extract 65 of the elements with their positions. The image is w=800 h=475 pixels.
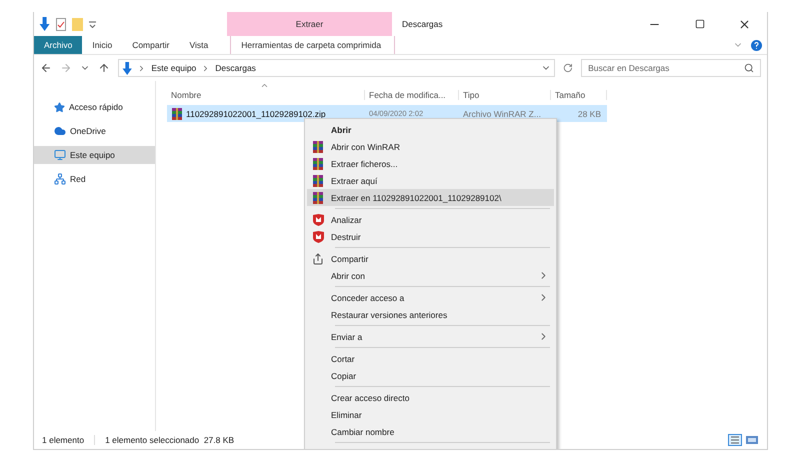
- menu-item[interactable]: Cambiar nombre: [307, 423, 554, 440]
- menu-item[interactable]: Enviar a: [307, 328, 554, 345]
- menu-item[interactable]: Analizar: [307, 211, 554, 228]
- help-icon[interactable]: [751, 40, 762, 50]
- computer-icon: [54, 149, 66, 161]
- sidebar-item[interactable]: Red: [34, 170, 155, 188]
- column-header[interactable]: Fecha de modifica...: [365, 90, 459, 100]
- customize-dropdown-icon: [89, 20, 96, 28]
- column-header[interactable]: Tipo: [459, 90, 551, 100]
- menu-item[interactable]: Compartir: [307, 250, 554, 267]
- share-icon: [312, 252, 324, 264]
- menu-item[interactable]: Copiar: [307, 367, 554, 384]
- menu-item[interactable]: Abrir: [307, 121, 554, 138]
- sidebar-item[interactable]: Este equipo: [34, 146, 155, 164]
- star-icon: [54, 102, 65, 112]
- download-arrow-icon: [122, 62, 132, 74]
- menu-item[interactable]: Cortar: [307, 350, 554, 367]
- selection-info: 1 elemento seleccionado 27.8 KB: [94, 435, 234, 445]
- window-title: Descargas: [401, 18, 444, 31]
- shield-icon: [312, 214, 324, 226]
- search-icon: [744, 63, 754, 73]
- table-cell-text: Archivo WinRAR Z...: [462, 108, 542, 118]
- archive-stack-icon: [171, 108, 183, 120]
- properties-icon: [56, 18, 66, 30]
- archive-stack-icon: [312, 158, 324, 170]
- menu-item[interactable]: Destruir: [307, 228, 554, 245]
- sidebar-item[interactable]: Acceso rápido: [34, 98, 155, 116]
- download-arrow-icon: [39, 17, 50, 31]
- column-header[interactable]: Tamaño: [551, 90, 607, 100]
- column-header[interactable]: Nombre: [167, 90, 365, 100]
- large-icons-view-icon[interactable]: [745, 434, 759, 446]
- table-cell: 110292891022001_11029289102.zip: [167, 108, 365, 120]
- up-icon[interactable]: [98, 62, 110, 74]
- archive-stack-icon: [312, 174, 324, 186]
- menu-item[interactable]: Extraer aquí: [307, 172, 554, 189]
- sidebar-item[interactable]: OneDrive: [34, 122, 155, 140]
- search-field[interactable]: Buscar en Descargas: [581, 59, 762, 77]
- menu-item[interactable]: Restaurar versiones anteriores: [307, 306, 554, 323]
- back-icon[interactable]: [40, 62, 52, 74]
- menu-item[interactable]: Abrir con WinRAR: [307, 138, 554, 155]
- maximize-icon[interactable]: [694, 19, 704, 29]
- table-cell-text: 28 KB: [576, 108, 602, 118]
- ribbon-tab[interactable]: Archivo: [34, 36, 82, 54]
- details-view-icon[interactable]: [728, 434, 742, 446]
- refresh-icon[interactable]: [563, 63, 574, 73]
- close-icon[interactable]: [738, 18, 751, 30]
- menu-item[interactable]: Crear acceso directo: [307, 389, 554, 406]
- shield-icon: [312, 230, 324, 242]
- cloud-icon: [54, 125, 66, 137]
- network-icon: [54, 173, 66, 185]
- menu-item[interactable]: Conceder acceso a: [307, 289, 554, 306]
- archive-stack-icon: [312, 192, 324, 204]
- archive-stack-icon: [312, 140, 324, 152]
- address-bar[interactable]: Este equipo Descargas: [118, 59, 556, 77]
- menu-item[interactable]: Eliminar: [307, 406, 554, 423]
- menu-item[interactable]: Extraer ficheros...: [307, 155, 554, 172]
- ribbon-tab[interactable]: Herramientas de carpeta comprimida: [230, 36, 396, 54]
- menu-item[interactable]: Abrir con: [307, 267, 554, 284]
- menu-item[interactable]: Extraer en 110292891022001_11029289102\: [307, 189, 554, 206]
- folder-icon: [72, 18, 84, 30]
- item-count: 1 elemento: [42, 435, 84, 445]
- contextual-group-title: Extraer: [227, 12, 392, 36]
- breadcrumb[interactable]: Descargas: [215, 63, 256, 73]
- breadcrumb[interactable]: Este equipo: [151, 63, 196, 73]
- sort-caret-icon[interactable]: [260, 81, 269, 90]
